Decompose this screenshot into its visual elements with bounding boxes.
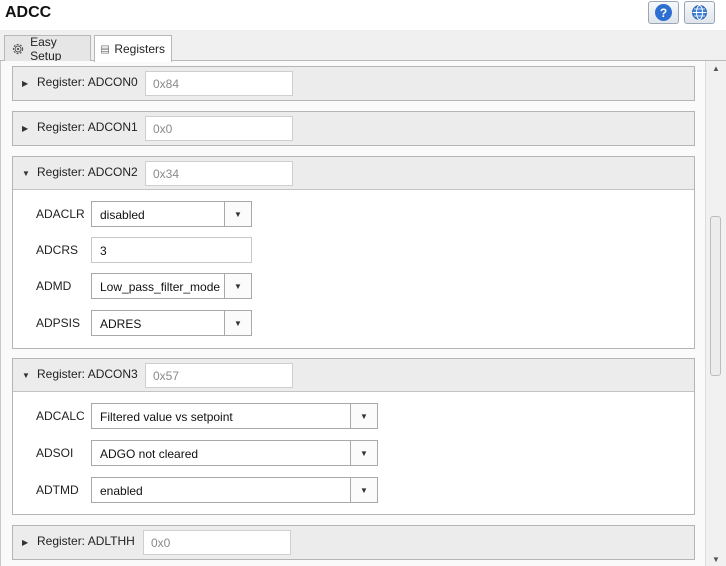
register-header-adlthh[interactable]: ▶ Register: ADLTHH 0x0: [13, 526, 694, 559]
list-icon: [101, 45, 110, 53]
dropdown-value: ADGO not cleared: [100, 447, 199, 461]
chevron-down-icon[interactable]: ▼: [224, 274, 251, 298]
tab-easy-setup[interactable]: Easy Setup: [4, 34, 91, 63]
title-bar: ADCC ?: [0, 0, 726, 30]
field-label: ADMD: [36, 279, 72, 293]
field-label: ADACLR: [36, 207, 85, 221]
register-fields: ADACLR disabled ▼ ADCRS 3 ADMD Low_pass_…: [13, 190, 694, 348]
field-row-adaclr: ADACLR disabled ▼: [13, 201, 694, 227]
chevron-down-icon[interactable]: ▼: [224, 202, 251, 226]
adaclr-dropdown[interactable]: disabled ▼: [91, 201, 252, 227]
register-value-field[interactable]: 0x0: [143, 530, 291, 555]
field-row-adcalc: ADCALC Filtered value vs setpoint ▼: [13, 403, 694, 429]
register-header-adcon2[interactable]: ▼ Register: ADCON2 0x34: [13, 157, 694, 190]
dropdown-value: ADRES: [100, 317, 142, 331]
tab-registers-label: Registers: [114, 42, 165, 56]
register-section-adcon1: ▶ Register: ADCON1 0x0: [12, 111, 695, 146]
register-title: Register: ADLTHH: [37, 534, 135, 548]
adcrs-input[interactable]: 3: [91, 237, 252, 263]
register-fields: ADCALC Filtered value vs setpoint ▼ ADSO…: [13, 392, 694, 514]
field-row-adsoi: ADSOI ADGO not cleared ▼: [13, 440, 694, 466]
register-section-adcon2: ▼ Register: ADCON2 0x34 ADACLR disabled …: [12, 156, 695, 349]
register-title: Register: ADCON1: [37, 120, 138, 134]
collapse-arrow-icon[interactable]: ▼: [22, 371, 30, 380]
field-row-admd: ADMD Low_pass_filter_mode ▼: [13, 273, 694, 299]
expand-arrow-icon[interactable]: ▶: [22, 538, 28, 547]
chevron-down-icon[interactable]: ▼: [350, 441, 377, 465]
dropdown-value: Filtered value vs setpoint: [100, 410, 233, 424]
field-label: ADCRS: [36, 243, 79, 257]
help-button[interactable]: ?: [648, 1, 679, 24]
chevron-down-icon[interactable]: ▼: [350, 478, 377, 502]
register-header-adcon3[interactable]: ▼ Register: ADCON3 0x57: [13, 359, 694, 392]
register-value-field[interactable]: 0x0: [145, 116, 293, 141]
adsoi-dropdown[interactable]: ADGO not cleared ▼: [91, 440, 378, 466]
tab-bar: Easy Setup Registers: [0, 30, 726, 63]
scroll-up-icon[interactable]: ▲: [706, 61, 726, 75]
input-value: 3: [100, 244, 107, 258]
tab-easy-setup-label: Easy Setup: [30, 34, 62, 63]
globe-icon: [692, 5, 707, 20]
register-value-field[interactable]: 0x57: [145, 363, 293, 388]
register-header-adcon0[interactable]: ▶ Register: ADCON0 0x84: [13, 67, 694, 100]
field-label: ADSOI: [36, 446, 74, 460]
adcalc-dropdown[interactable]: Filtered value vs setpoint ▼: [91, 403, 378, 429]
dropdown-value: Low_pass_filter_mode: [100, 280, 221, 294]
register-value-field[interactable]: 0x84: [145, 71, 293, 96]
scrollbar-thumb[interactable]: [710, 216, 721, 376]
tab-registers[interactable]: Registers: [94, 35, 172, 62]
collapse-arrow-icon[interactable]: ▼: [22, 169, 30, 178]
vertical-scrollbar[interactable]: ▲ ▼: [705, 61, 726, 566]
scroll-down-icon[interactable]: ▼: [706, 552, 726, 566]
registers-panel: ▶ Register: ADCON0 0x84 ▶ Register: ADCO…: [0, 61, 705, 566]
chevron-down-icon[interactable]: ▼: [350, 404, 377, 428]
register-title: Register: ADCON2: [37, 165, 138, 179]
field-label: ADCALC: [36, 409, 85, 423]
dropdown-value: disabled: [100, 208, 145, 222]
question-icon: ?: [655, 4, 672, 21]
field-label: ADPSIS: [36, 316, 81, 330]
register-value-field[interactable]: 0x34: [145, 161, 293, 186]
app-title: ADCC: [5, 4, 52, 21]
adtmd-dropdown[interactable]: enabled ▼: [91, 477, 378, 503]
adpsis-dropdown[interactable]: ADRES ▼: [91, 310, 252, 336]
gear-icon: [12, 43, 24, 54]
expand-arrow-icon[interactable]: ▶: [22, 79, 28, 88]
register-section-adcon3: ▼ Register: ADCON3 0x57 ADCALC Filtered …: [12, 358, 695, 515]
register-section-adlthh: ▶ Register: ADLTHH 0x0: [12, 525, 695, 560]
expand-arrow-icon[interactable]: ▶: [22, 124, 28, 133]
register-title: Register: ADCON3: [37, 367, 138, 381]
field-row-adtmd: ADTMD enabled ▼: [13, 477, 694, 503]
field-row-adpsis: ADPSIS ADRES ▼: [13, 310, 694, 336]
register-section-adcon0: ▶ Register: ADCON0 0x84: [12, 66, 695, 101]
admd-dropdown[interactable]: Low_pass_filter_mode ▼: [91, 273, 252, 299]
globe-button[interactable]: [684, 1, 715, 24]
field-label: ADTMD: [36, 483, 79, 497]
dropdown-value: enabled: [100, 484, 143, 498]
field-row-adcrs: ADCRS 3: [13, 237, 694, 263]
register-header-adcon1[interactable]: ▶ Register: ADCON1 0x0: [13, 112, 694, 145]
chevron-down-icon[interactable]: ▼: [224, 311, 251, 335]
register-title: Register: ADCON0: [37, 75, 138, 89]
